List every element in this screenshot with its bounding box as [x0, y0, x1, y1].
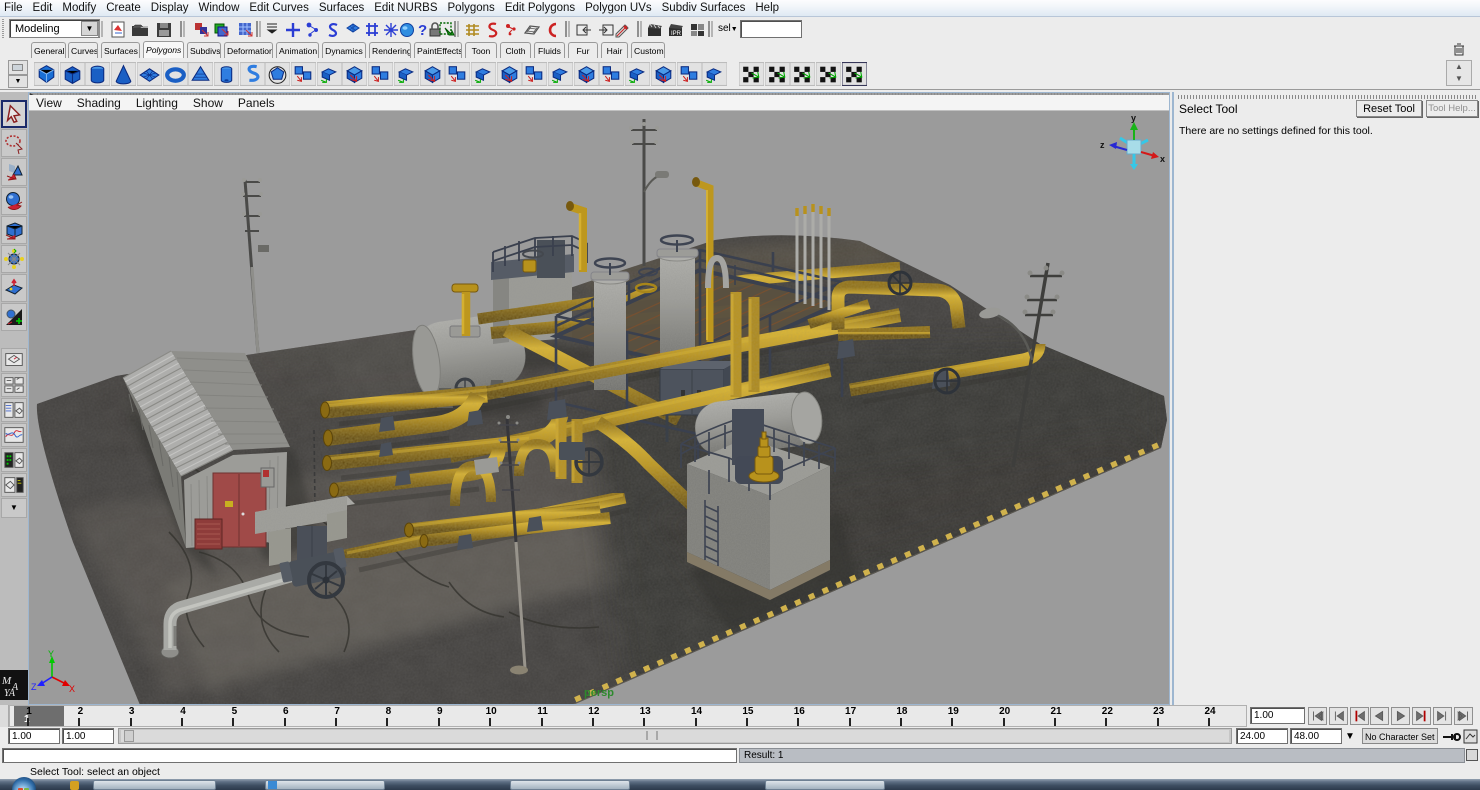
- svg-text:X: X: [69, 684, 75, 694]
- svg-text:Z: Z: [31, 682, 37, 692]
- svg-text:M: M: [1, 675, 12, 687]
- svg-text:Y: Y: [48, 649, 54, 659]
- svg-text:persp: persp: [584, 687, 614, 699]
- svg-text:YA: YA: [4, 688, 16, 699]
- svg-text:IPR: IPR: [671, 31, 682, 37]
- svg-text:x: x: [1160, 154, 1165, 164]
- svg-text:y: y: [1131, 113, 1136, 123]
- svg-text:z: z: [1100, 140, 1105, 150]
